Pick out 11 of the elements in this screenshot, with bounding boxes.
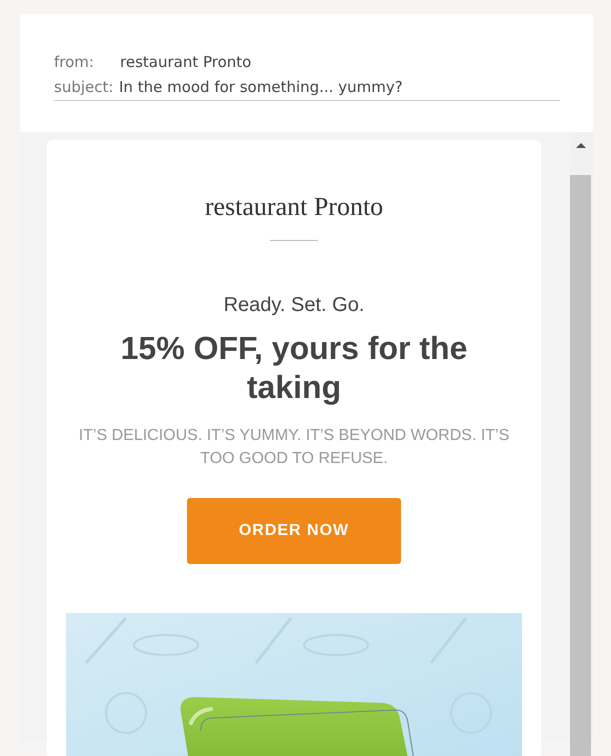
- brand-title: restaurant Pronto: [204, 192, 384, 222]
- sender-name: restaurant Pronto: [120, 52, 252, 73]
- subject-label: subject:: [54, 77, 114, 98]
- scroll-up-icon[interactable]: [576, 143, 586, 148]
- tagline: IT’S DELICIOUS. IT’S YUMMY. IT’S BEYOND WORDS. IT’S TOO GOOD TO REFUSE.: [78, 426, 510, 469]
- kicker-text: Ready. Set. Go.: [224, 293, 364, 317]
- scrollbar-thumb[interactable]: [570, 175, 591, 756]
- from-label: from:: [54, 52, 95, 73]
- headline: 15% OFF, yours for the taking: [120, 329, 468, 407]
- subject-text: In the mood for something... yummy?: [119, 77, 403, 98]
- order-button[interactable]: ORDER NOW: [187, 498, 401, 564]
